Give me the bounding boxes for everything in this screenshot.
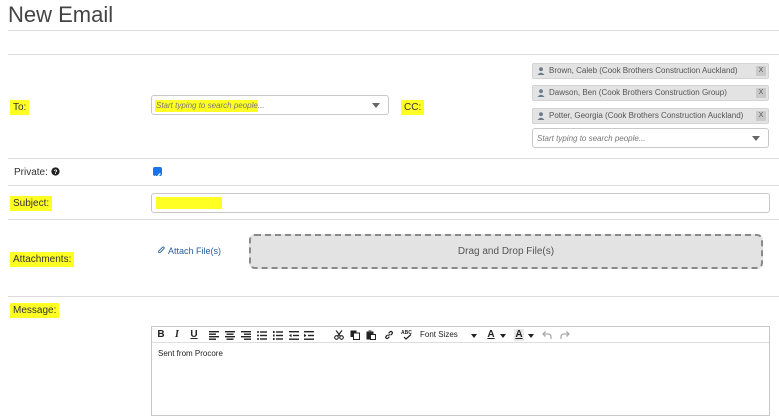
indent-icon[interactable]	[304, 331, 314, 340]
link-icon[interactable]	[384, 330, 394, 340]
spellcheck-icon[interactable]: ABC	[401, 329, 413, 340]
cc-recipient-chip: Potter, Georgia (Cook Brothers Construct…	[532, 108, 769, 124]
dropzone[interactable]: Drag and Drop File(s)	[249, 234, 763, 269]
align-center-icon[interactable]	[225, 331, 235, 340]
svg-text:?: ?	[53, 169, 57, 176]
redo-icon[interactable]	[560, 330, 570, 340]
paperclip-icon	[158, 246, 165, 254]
font-sizes-dropdown[interactable]: Font Sizes	[420, 329, 464, 341]
remove-recipient-button[interactable]: X	[756, 88, 766, 98]
cc-placeholder: Start typing to search people...	[537, 134, 646, 143]
page-title: New Email	[8, 2, 114, 27]
private-checkbox[interactable]	[153, 167, 162, 179]
chevron-down-icon[interactable]	[500, 334, 506, 338]
underline-button[interactable]: U	[189, 329, 199, 341]
bold-button[interactable]: B	[156, 329, 166, 341]
title-divider	[8, 30, 779, 31]
to-select[interactable]: Start typing to search people...	[151, 95, 389, 115]
attach-files-link[interactable]: Attach File(s)	[157, 246, 221, 256]
row-divider	[8, 185, 779, 186]
row-divider	[8, 219, 779, 220]
cc-recipient-chip: Brown, Caleb (Cook Brothers Construction…	[532, 63, 769, 79]
cc-recipient-name: Potter, Georgia (Cook Brothers Construct…	[549, 111, 744, 120]
row-divider	[8, 158, 779, 159]
paste-icon[interactable]	[366, 330, 376, 340]
chevron-down-icon[interactable]	[471, 334, 477, 338]
undo-icon[interactable]	[542, 330, 552, 340]
align-right-icon[interactable]	[241, 331, 251, 340]
subject-label: Subject:	[10, 196, 53, 211]
chevron-down-icon[interactable]	[372, 103, 380, 108]
editor-toolbar: B I U ABC Font Sizes A A	[152, 327, 769, 343]
bullet-list-icon[interactable]	[257, 331, 267, 340]
check-icon	[154, 173, 161, 179]
message-body[interactable]: Sent from Procore	[158, 349, 223, 358]
font-color-button[interactable]: A	[486, 329, 496, 341]
message-editor[interactable]: B I U ABC Font Sizes A A Sent from Proco…	[151, 326, 770, 416]
to-label: To:	[10, 100, 30, 115]
cut-icon[interactable]	[334, 330, 344, 340]
cc-label: CC:	[401, 100, 425, 115]
attachments-label: Attachments:	[10, 252, 75, 267]
private-label-text: Private:	[14, 167, 48, 178]
message-label: Message:	[10, 303, 60, 318]
dropzone-text: Drag and Drop File(s)	[457, 246, 555, 257]
copy-icon[interactable]	[350, 330, 360, 340]
section-divider	[8, 54, 779, 55]
cc-recipient-chip: Dawson, Ben (Cook Brothers Construction …	[532, 85, 769, 101]
highlight-color-button[interactable]: A	[514, 329, 524, 341]
align-left-icon[interactable]	[209, 331, 219, 340]
private-label: Private: ?	[14, 167, 60, 178]
row-divider	[8, 296, 779, 297]
numbered-list-icon[interactable]	[273, 331, 283, 340]
person-icon	[537, 112, 545, 120]
remove-recipient-button[interactable]: X	[756, 66, 766, 76]
remove-recipient-button[interactable]: X	[756, 111, 766, 121]
question-circle-icon[interactable]: ?	[51, 167, 60, 176]
cc-recipient-name: Dawson, Ben (Cook Brothers Construction …	[549, 88, 727, 97]
person-icon	[537, 67, 545, 75]
subject-input[interactable]	[151, 193, 770, 213]
person-icon	[537, 89, 545, 97]
attach-files-label: Attach File(s)	[168, 246, 222, 256]
cc-select[interactable]: Start typing to search people...	[532, 128, 769, 148]
outdent-icon[interactable]	[289, 331, 299, 340]
subject-highlight	[156, 197, 222, 209]
to-placeholder: Start typing to search people...	[156, 101, 265, 110]
chevron-down-icon[interactable]	[528, 334, 534, 338]
italic-button[interactable]: I	[172, 329, 182, 341]
cc-recipient-name: Brown, Caleb (Cook Brothers Construction…	[549, 66, 738, 75]
chevron-down-icon[interactable]	[752, 136, 760, 141]
